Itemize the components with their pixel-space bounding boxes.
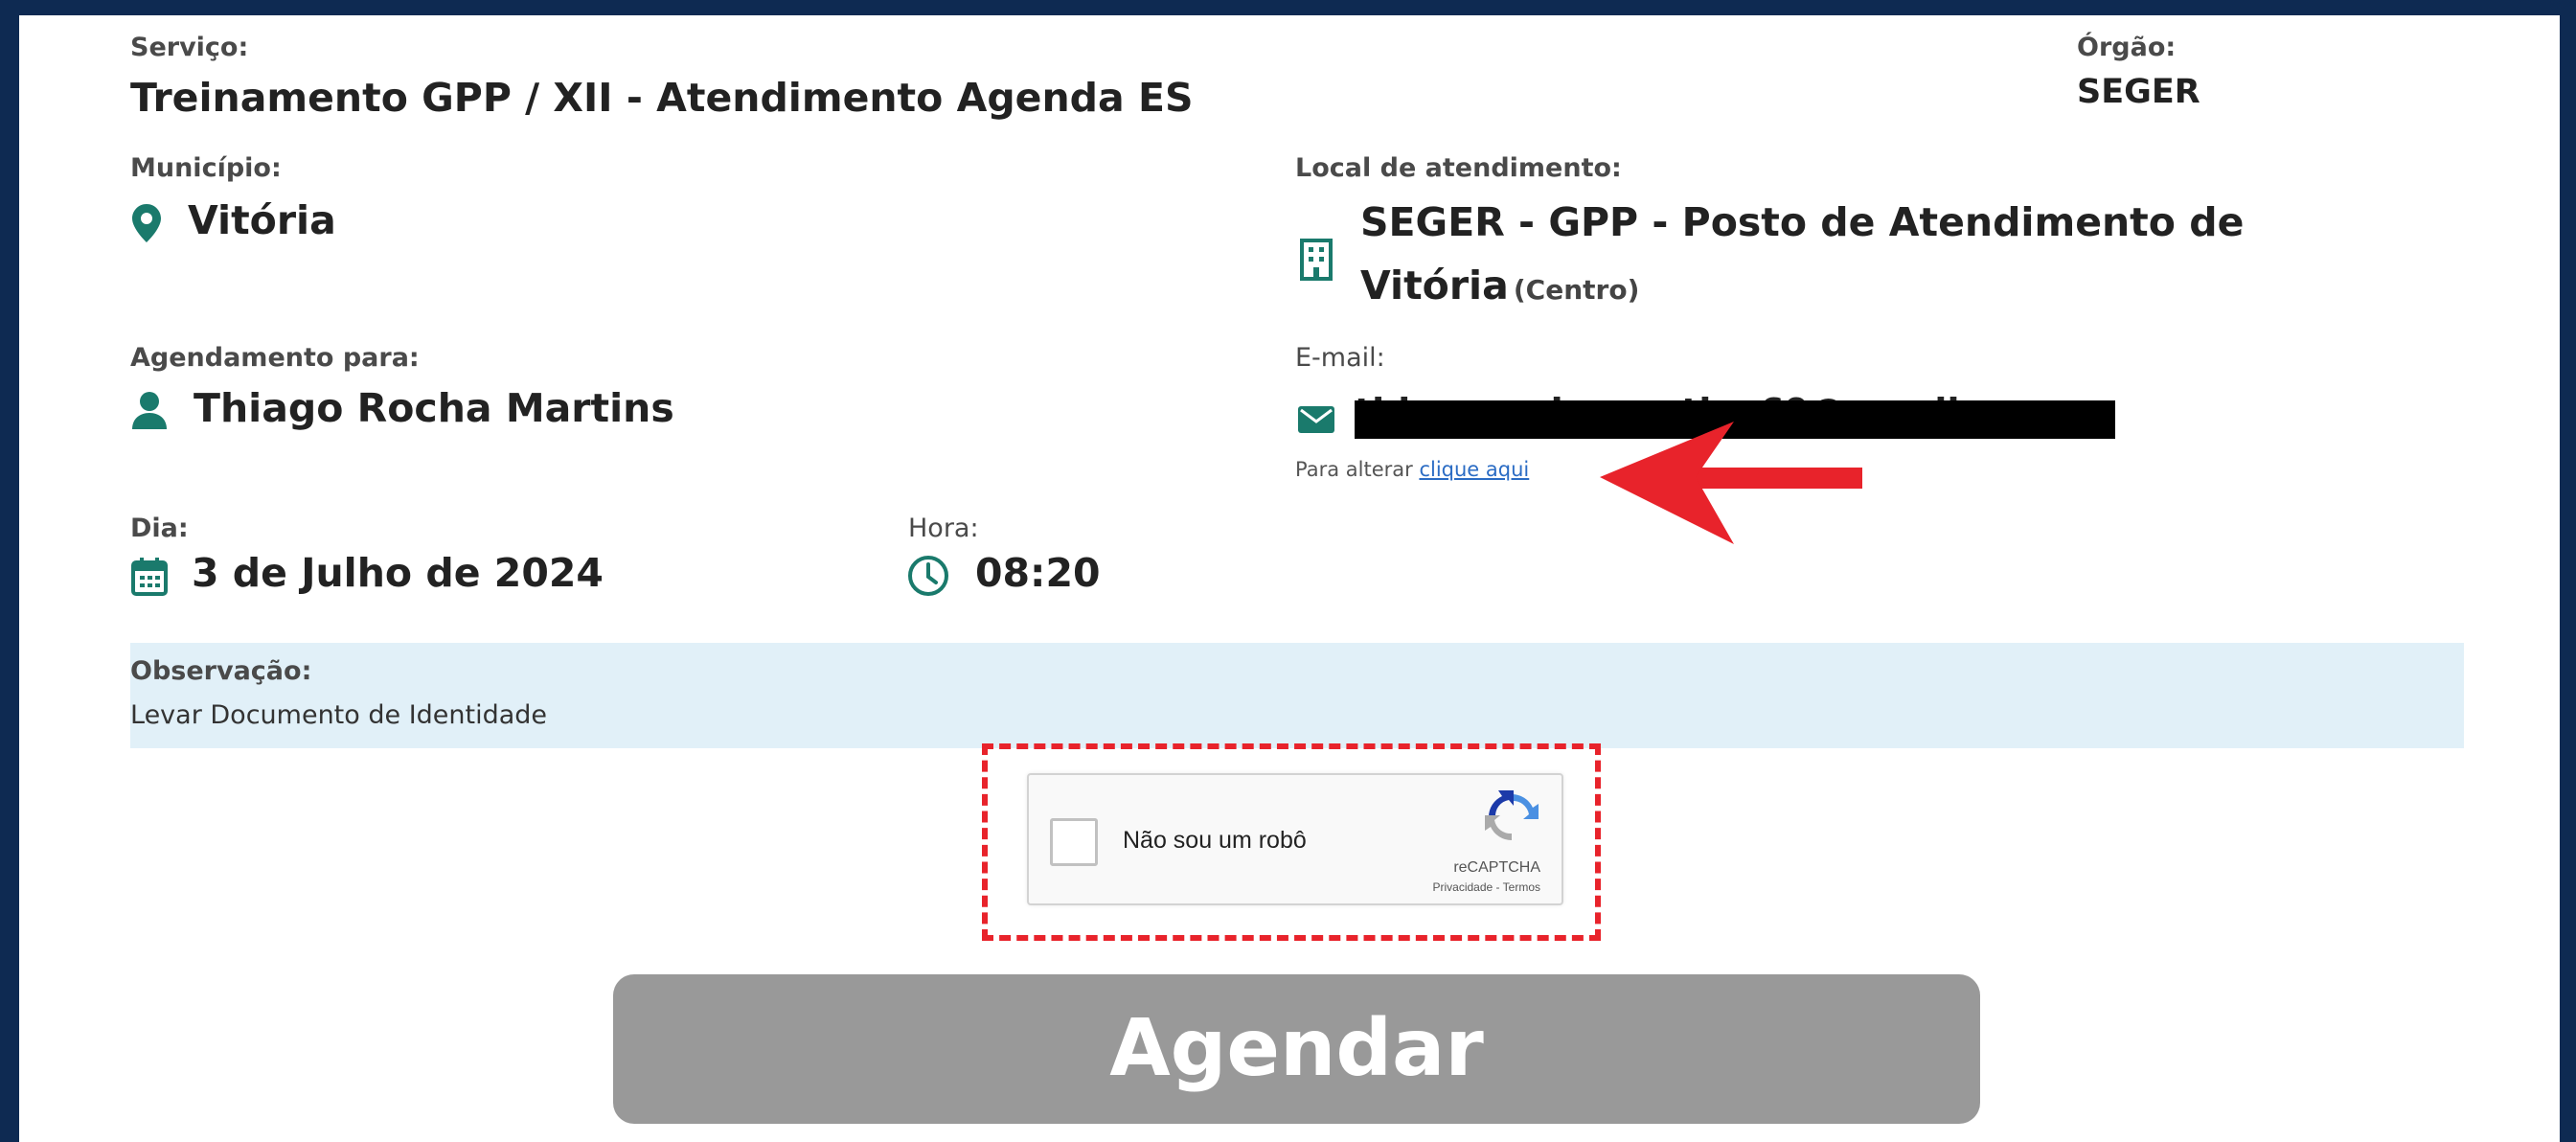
municipality-label: Município: (130, 153, 282, 183)
recaptcha-logo-icon (1483, 788, 1540, 850)
email-change-note: Para alterar clique aqui (1295, 458, 1529, 481)
building-icon (1299, 238, 1334, 286)
service-label: Serviço: (130, 33, 249, 62)
change-email-link[interactable]: clique aqui (1419, 458, 1529, 481)
organ-value: SEGER (2077, 73, 2200, 111)
email-change-prefix: Para alterar (1295, 458, 1413, 481)
annotation-arrow-icon (1600, 422, 1862, 544)
location-line2: Vitória (Centro) (1360, 263, 1639, 308)
location-city: Vitória (1360, 263, 1509, 308)
captcha-links[interactable]: Privacidade - Termos (1433, 880, 1541, 894)
appointment-panel: Serviço: Treinamento GPP / XII - Atendim… (19, 15, 2560, 1142)
agendar-button[interactable]: Agendar (613, 974, 1980, 1124)
service-value: Treinamento GPP / XII - Atendimento Agen… (130, 75, 1194, 121)
captcha-label: Não sou um robô (1123, 827, 1307, 854)
scheduled-for-value: Thiago Rocha Martins (194, 385, 674, 431)
clock-icon (907, 555, 949, 601)
map-pin-icon (132, 204, 161, 246)
location-neighborhood: (Centro) (1513, 274, 1640, 306)
observation-box: Observação: Levar Documento de Identidad… (130, 643, 2464, 748)
user-icon (130, 391, 169, 433)
date-value: 3 de Julho de 2024 (192, 550, 604, 596)
calendar-icon (131, 558, 168, 600)
captcha-checkbox[interactable] (1050, 818, 1098, 866)
scheduled-for-label: Agendamento para: (130, 343, 420, 373)
email-label: E-mail: (1295, 343, 1385, 373)
envelope-icon (1298, 406, 1334, 437)
date-label: Dia: (130, 514, 189, 543)
recaptcha-widget: Não sou um robô reCAPTCHA Privacidade - … (1027, 773, 1563, 905)
organ-label: Órgão: (2077, 33, 2177, 62)
time-value: 08:20 (975, 550, 1101, 596)
observation-label: Observação: (130, 656, 312, 686)
observation-value: Levar Documento de Identidade (130, 700, 548, 730)
location-label: Local de atendimento: (1295, 153, 1622, 183)
time-label: Hora: (908, 514, 979, 543)
municipality-value: Vitória (188, 197, 336, 243)
captcha-brand: reCAPTCHA (1453, 859, 1540, 876)
location-line1: SEGER - GPP - Posto de Atendimento de (1360, 199, 2245, 245)
